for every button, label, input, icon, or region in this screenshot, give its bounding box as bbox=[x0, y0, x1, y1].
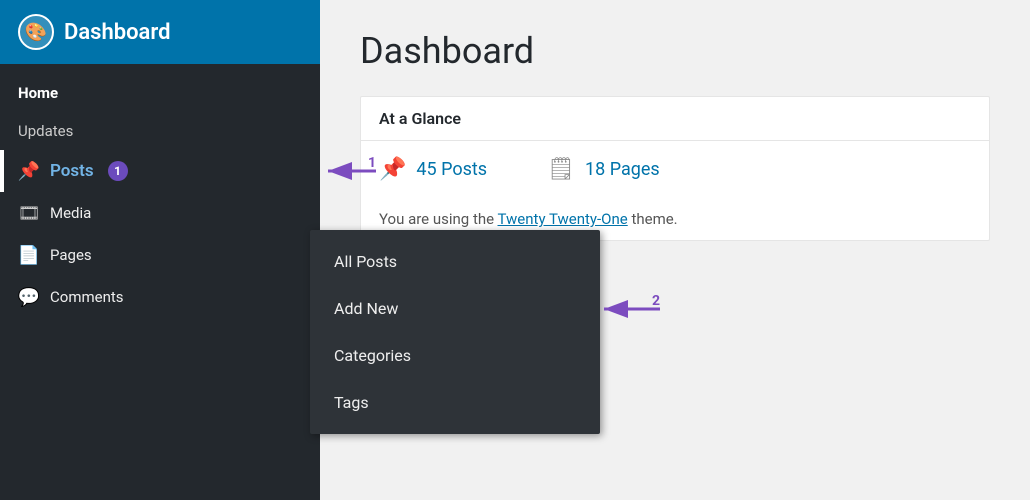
page-title: Dashboard bbox=[360, 30, 990, 72]
svg-text:🎨: 🎨 bbox=[25, 21, 47, 43]
wp-logo-icon: 🎨 bbox=[18, 14, 54, 50]
submenu-item-tags[interactable]: Tags bbox=[310, 379, 600, 426]
pages-stat-link[interactable]: 18 Pages bbox=[585, 159, 660, 180]
media-label: Media bbox=[50, 204, 91, 222]
theme-text-suffix: theme. bbox=[628, 210, 678, 228]
pages-label: Pages bbox=[50, 246, 92, 264]
posts-submenu: All Posts Add New 2 Categories Tags bbox=[310, 230, 600, 434]
pages-stat-icon: 🗒 bbox=[547, 157, 575, 182]
sidebar-item-posts[interactable]: 📌 Posts 1 1 bbox=[0, 150, 320, 192]
sidebar-item-updates[interactable]: Updates bbox=[0, 112, 320, 150]
comments-label: Comments bbox=[50, 288, 124, 306]
posts-stat-icon: 📌 bbox=[379, 157, 406, 182]
sidebar-title: Dashboard bbox=[64, 20, 170, 45]
posts-icon: 📌 bbox=[18, 160, 40, 182]
sidebar-item-media[interactable]: 🎞 Media bbox=[0, 192, 320, 234]
widget-body: 📌 45 Posts 🗒 18 Pages bbox=[361, 141, 989, 198]
arrow1-annotation: 1 bbox=[318, 154, 378, 188]
pages-icon: 📄 bbox=[18, 244, 40, 266]
posts-stat-link[interactable]: 45 Posts bbox=[416, 159, 487, 180]
posts-badge: 1 bbox=[108, 161, 128, 181]
updates-label: Updates bbox=[18, 122, 73, 140]
all-posts-label: All Posts bbox=[334, 252, 397, 271]
submenu-item-categories[interactable]: Categories bbox=[310, 332, 600, 379]
submenu-item-add-new[interactable]: Add New 2 bbox=[310, 285, 600, 332]
sidebar-nav: Home Updates 📌 Posts 1 1 🎞 bbox=[0, 64, 320, 318]
sidebar: 🎨 Dashboard Home Updates 📌 Posts 1 bbox=[0, 0, 320, 500]
svg-text:2: 2 bbox=[652, 293, 660, 309]
arrow2-annotation: 2 bbox=[594, 292, 662, 326]
tags-label: Tags bbox=[334, 393, 369, 412]
theme-text-prefix: You are using the bbox=[379, 210, 498, 228]
sidebar-item-pages[interactable]: 📄 Pages bbox=[0, 234, 320, 276]
submenu-item-all-posts[interactable]: All Posts bbox=[310, 238, 600, 285]
add-new-label: Add New bbox=[334, 299, 398, 318]
sidebar-item-home[interactable]: Home bbox=[0, 74, 320, 112]
media-icon: 🎞 bbox=[18, 202, 40, 224]
categories-label: Categories bbox=[334, 346, 411, 365]
theme-link[interactable]: Twenty Twenty-One bbox=[498, 210, 628, 228]
widget-header: At a Glance bbox=[361, 97, 989, 141]
at-a-glance-widget: At a Glance 📌 45 Posts 🗒 18 Pages You ar… bbox=[360, 96, 990, 241]
posts-stat: 📌 45 Posts bbox=[379, 157, 487, 182]
posts-label: Posts bbox=[50, 161, 94, 181]
sidebar-item-comments[interactable]: 💬 Comments bbox=[0, 276, 320, 318]
comments-icon: 💬 bbox=[18, 286, 40, 308]
svg-text:1: 1 bbox=[368, 155, 376, 171]
pages-stat: 🗒 18 Pages bbox=[547, 157, 660, 182]
home-label: Home bbox=[18, 84, 58, 102]
sidebar-header[interactable]: 🎨 Dashboard bbox=[0, 0, 320, 64]
